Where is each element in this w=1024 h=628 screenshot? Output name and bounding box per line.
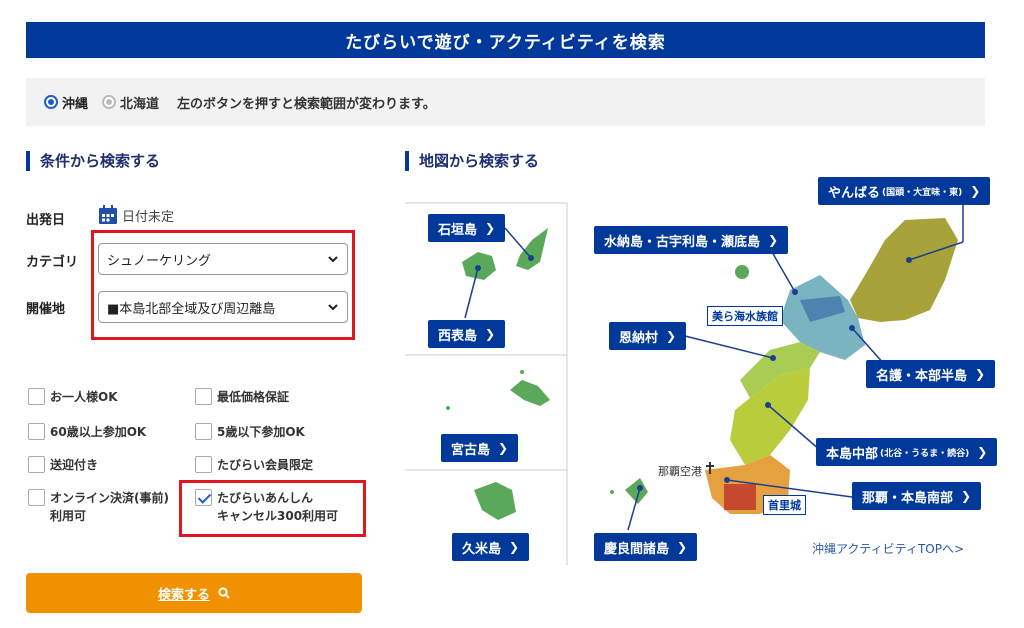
chevron-right-icon: ❯: [485, 221, 496, 235]
area-minnajima-button[interactable]: 水納島・古宇利島・瀬底島 ❯: [594, 226, 789, 254]
kume-island[interactable]: [474, 482, 516, 520]
aquarium-label: 美ら海水族館: [707, 306, 783, 326]
chevron-right-icon: ❯: [498, 441, 509, 455]
airport-label: 那覇空港: [658, 465, 702, 478]
area-miyako-button[interactable]: 宮古島 ❯: [441, 434, 519, 462]
area-kume-button[interactable]: 久米島 ❯: [452, 533, 530, 561]
area-nago-button[interactable]: 名護・本部半島 ❯: [866, 360, 996, 388]
okinawa-activity-top-link[interactable]: 沖縄アクティビティTOPへ>: [812, 540, 964, 557]
shuri-label: 首里城: [763, 495, 806, 515]
area-iriomote-button[interactable]: 西表島 ❯: [428, 320, 506, 348]
miyako-island[interactable]: [510, 380, 550, 406]
area-yanbaru-button[interactable]: やんばる (国頭・大宜味・東) ❯: [818, 177, 991, 205]
chevron-right-icon: ❯: [666, 329, 677, 343]
chevron-right-icon: ❯: [485, 327, 496, 341]
yanbaru-area[interactable]: [850, 218, 958, 322]
chevron-right-icon: ❯: [768, 233, 779, 247]
area-onna-button[interactable]: 恩納村 ❯: [609, 322, 687, 350]
chevron-right-icon: ❯: [970, 184, 981, 198]
chevron-right-icon: ❯: [509, 540, 520, 554]
ishigaki-island[interactable]: [516, 228, 548, 270]
area-kerama-button[interactable]: 慶良間諸島 ❯: [594, 533, 698, 561]
chevron-right-icon: ❯: [975, 367, 986, 381]
shuri-castle-illustration: [724, 484, 756, 510]
chevron-right-icon: ❯: [961, 489, 972, 503]
area-naha-button[interactable]: 那覇・本島南部 ❯: [852, 482, 982, 510]
area-chubu-button[interactable]: 本島中部 (北谷・うるま・読谷) ❯: [816, 438, 998, 466]
area-ishigaki-button[interactable]: 石垣島 ❯: [428, 214, 506, 242]
chevron-right-icon: ❯: [977, 445, 988, 459]
chevron-right-icon: ❯: [677, 540, 688, 554]
